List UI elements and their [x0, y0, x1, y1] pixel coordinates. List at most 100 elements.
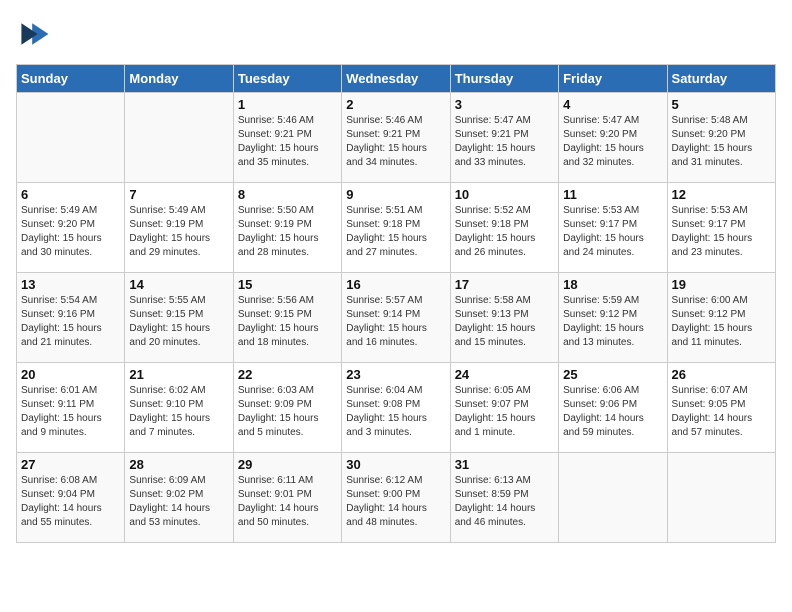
- day-number: 8: [238, 187, 337, 202]
- day-number: 16: [346, 277, 445, 292]
- day-cell-12: 12 Sunrise: 5:53 AM Sunset: 9:17 PM Dayli…: [667, 183, 775, 273]
- day-number: 25: [563, 367, 662, 382]
- day-cell-20: 20 Sunrise: 6:01 AM Sunset: 9:11 PM Dayli…: [17, 363, 125, 453]
- day-cell-29: 29 Sunrise: 6:11 AM Sunset: 9:01 PM Dayli…: [233, 453, 341, 543]
- calendar-header-row: SundayMondayTuesdayWednesdayThursdayFrid…: [17, 65, 776, 93]
- day-cell-31: 31 Sunrise: 6:13 AM Sunset: 8:59 PM Dayli…: [450, 453, 558, 543]
- empty-cell: [559, 453, 667, 543]
- day-number: 29: [238, 457, 337, 472]
- day-info: Sunrise: 5:58 AM Sunset: 9:13 PM Dayligh…: [455, 294, 554, 350]
- day-info: Sunrise: 6:07 AM Sunset: 9:05 PM Dayligh…: [672, 384, 771, 440]
- day-number: 2: [346, 97, 445, 112]
- day-info: Sunrise: 6:12 AM Sunset: 9:00 PM Dayligh…: [346, 474, 445, 530]
- header-friday: Friday: [559, 65, 667, 93]
- week-row-4: 20 Sunrise: 6:01 AM Sunset: 9:11 PM Dayli…: [17, 363, 776, 453]
- logo: [16, 16, 56, 52]
- day-info: Sunrise: 5:46 AM Sunset: 9:21 PM Dayligh…: [346, 114, 445, 170]
- header-tuesday: Tuesday: [233, 65, 341, 93]
- header-wednesday: Wednesday: [342, 65, 450, 93]
- day-info: Sunrise: 5:50 AM Sunset: 9:19 PM Dayligh…: [238, 204, 337, 260]
- day-number: 10: [455, 187, 554, 202]
- day-info: Sunrise: 6:06 AM Sunset: 9:06 PM Dayligh…: [563, 384, 662, 440]
- day-cell-30: 30 Sunrise: 6:12 AM Sunset: 9:00 PM Dayli…: [342, 453, 450, 543]
- day-info: Sunrise: 6:08 AM Sunset: 9:04 PM Dayligh…: [21, 474, 120, 530]
- day-number: 9: [346, 187, 445, 202]
- day-cell-28: 28 Sunrise: 6:09 AM Sunset: 9:02 PM Dayli…: [125, 453, 233, 543]
- day-cell-7: 7 Sunrise: 5:49 AM Sunset: 9:19 PM Daylig…: [125, 183, 233, 273]
- day-info: Sunrise: 5:49 AM Sunset: 9:20 PM Dayligh…: [21, 204, 120, 260]
- day-info: Sunrise: 5:47 AM Sunset: 9:20 PM Dayligh…: [563, 114, 662, 170]
- day-info: Sunrise: 6:11 AM Sunset: 9:01 PM Dayligh…: [238, 474, 337, 530]
- day-info: Sunrise: 5:46 AM Sunset: 9:21 PM Dayligh…: [238, 114, 337, 170]
- week-row-5: 27 Sunrise: 6:08 AM Sunset: 9:04 PM Dayli…: [17, 453, 776, 543]
- day-cell-9: 9 Sunrise: 5:51 AM Sunset: 9:18 PM Daylig…: [342, 183, 450, 273]
- day-number: 30: [346, 457, 445, 472]
- day-cell-6: 6 Sunrise: 5:49 AM Sunset: 9:20 PM Daylig…: [17, 183, 125, 273]
- day-number: 12: [672, 187, 771, 202]
- day-info: Sunrise: 5:59 AM Sunset: 9:12 PM Dayligh…: [563, 294, 662, 350]
- day-cell-11: 11 Sunrise: 5:53 AM Sunset: 9:17 PM Dayli…: [559, 183, 667, 273]
- day-info: Sunrise: 5:52 AM Sunset: 9:18 PM Dayligh…: [455, 204, 554, 260]
- day-cell-26: 26Sunrise: 6:07 AM Sunset: 9:05 PM Dayli…: [667, 363, 775, 453]
- day-cell-17: 17Sunrise: 5:58 AM Sunset: 9:13 PM Dayli…: [450, 273, 558, 363]
- empty-cell: [125, 93, 233, 183]
- day-cell-16: 16 Sunrise: 5:57 AM Sunset: 9:14 PM Dayli…: [342, 273, 450, 363]
- header-saturday: Saturday: [667, 65, 775, 93]
- page-header: [16, 16, 776, 52]
- day-number: 28: [129, 457, 228, 472]
- day-number: 5: [672, 97, 771, 112]
- day-number: 15: [238, 277, 337, 292]
- day-number: 20: [21, 367, 120, 382]
- day-info: Sunrise: 5:53 AM Sunset: 9:17 PM Dayligh…: [672, 204, 771, 260]
- empty-cell: [667, 453, 775, 543]
- day-info: Sunrise: 5:54 AM Sunset: 9:16 PM Dayligh…: [21, 294, 120, 350]
- day-cell-5: 5Sunrise: 5:48 AM Sunset: 9:20 PM Daylig…: [667, 93, 775, 183]
- day-number: 22: [238, 367, 337, 382]
- day-info: Sunrise: 6:03 AM Sunset: 9:09 PM Dayligh…: [238, 384, 337, 440]
- day-cell-19: 19 Sunrise: 6:00 AM Sunset: 9:12 PM Dayli…: [667, 273, 775, 363]
- day-number: 7: [129, 187, 228, 202]
- day-info: Sunrise: 5:51 AM Sunset: 9:18 PM Dayligh…: [346, 204, 445, 260]
- day-number: 27: [21, 457, 120, 472]
- day-cell-24: 24Sunrise: 6:05 AM Sunset: 9:07 PM Dayli…: [450, 363, 558, 453]
- day-cell-3: 3 Sunrise: 5:47 AM Sunset: 9:21 PM Daylig…: [450, 93, 558, 183]
- day-number: 4: [563, 97, 662, 112]
- day-number: 1: [238, 97, 337, 112]
- day-number: 19: [672, 277, 771, 292]
- day-number: 31: [455, 457, 554, 472]
- day-info: Sunrise: 6:13 AM Sunset: 8:59 PM Dayligh…: [455, 474, 554, 530]
- day-info: Sunrise: 5:47 AM Sunset: 9:21 PM Dayligh…: [455, 114, 554, 170]
- header-monday: Monday: [125, 65, 233, 93]
- week-row-2: 6 Sunrise: 5:49 AM Sunset: 9:20 PM Daylig…: [17, 183, 776, 273]
- day-number: 3: [455, 97, 554, 112]
- day-info: Sunrise: 6:04 AM Sunset: 9:08 PM Dayligh…: [346, 384, 445, 440]
- day-number: 6: [21, 187, 120, 202]
- day-info: Sunrise: 6:01 AM Sunset: 9:11 PM Dayligh…: [21, 384, 120, 440]
- day-cell-15: 15Sunrise: 5:56 AM Sunset: 9:15 PM Dayli…: [233, 273, 341, 363]
- calendar-table: SundayMondayTuesdayWednesdayThursdayFrid…: [16, 64, 776, 543]
- day-cell-2: 2 Sunrise: 5:46 AM Sunset: 9:21 PM Daylig…: [342, 93, 450, 183]
- day-cell-21: 21 Sunrise: 6:02 AM Sunset: 9:10 PM Dayli…: [125, 363, 233, 453]
- header-sunday: Sunday: [17, 65, 125, 93]
- day-number: 23: [346, 367, 445, 382]
- day-cell-18: 18 Sunrise: 5:59 AM Sunset: 9:12 PM Dayli…: [559, 273, 667, 363]
- day-info: Sunrise: 6:00 AM Sunset: 9:12 PM Dayligh…: [672, 294, 771, 350]
- day-cell-25: 25 Sunrise: 6:06 AM Sunset: 9:06 PM Dayli…: [559, 363, 667, 453]
- day-cell-4: 4 Sunrise: 5:47 AM Sunset: 9:20 PM Daylig…: [559, 93, 667, 183]
- day-cell-22: 22 Sunrise: 6:03 AM Sunset: 9:09 PM Dayli…: [233, 363, 341, 453]
- day-info: Sunrise: 5:57 AM Sunset: 9:14 PM Dayligh…: [346, 294, 445, 350]
- logo-icon: [16, 16, 52, 52]
- day-cell-23: 23 Sunrise: 6:04 AM Sunset: 9:08 PM Dayli…: [342, 363, 450, 453]
- day-info: Sunrise: 6:02 AM Sunset: 9:10 PM Dayligh…: [129, 384, 228, 440]
- day-cell-10: 10 Sunrise: 5:52 AM Sunset: 9:18 PM Dayli…: [450, 183, 558, 273]
- day-number: 18: [563, 277, 662, 292]
- week-row-1: 1 Sunrise: 5:46 AM Sunset: 9:21 PM Daylig…: [17, 93, 776, 183]
- day-info: Sunrise: 6:09 AM Sunset: 9:02 PM Dayligh…: [129, 474, 228, 530]
- day-cell-13: 13Sunrise: 5:54 AM Sunset: 9:16 PM Dayli…: [17, 273, 125, 363]
- day-number: 14: [129, 277, 228, 292]
- day-number: 21: [129, 367, 228, 382]
- day-number: 11: [563, 187, 662, 202]
- day-info: Sunrise: 5:53 AM Sunset: 9:17 PM Dayligh…: [563, 204, 662, 260]
- week-row-3: 13Sunrise: 5:54 AM Sunset: 9:16 PM Dayli…: [17, 273, 776, 363]
- day-info: Sunrise: 5:49 AM Sunset: 9:19 PM Dayligh…: [129, 204, 228, 260]
